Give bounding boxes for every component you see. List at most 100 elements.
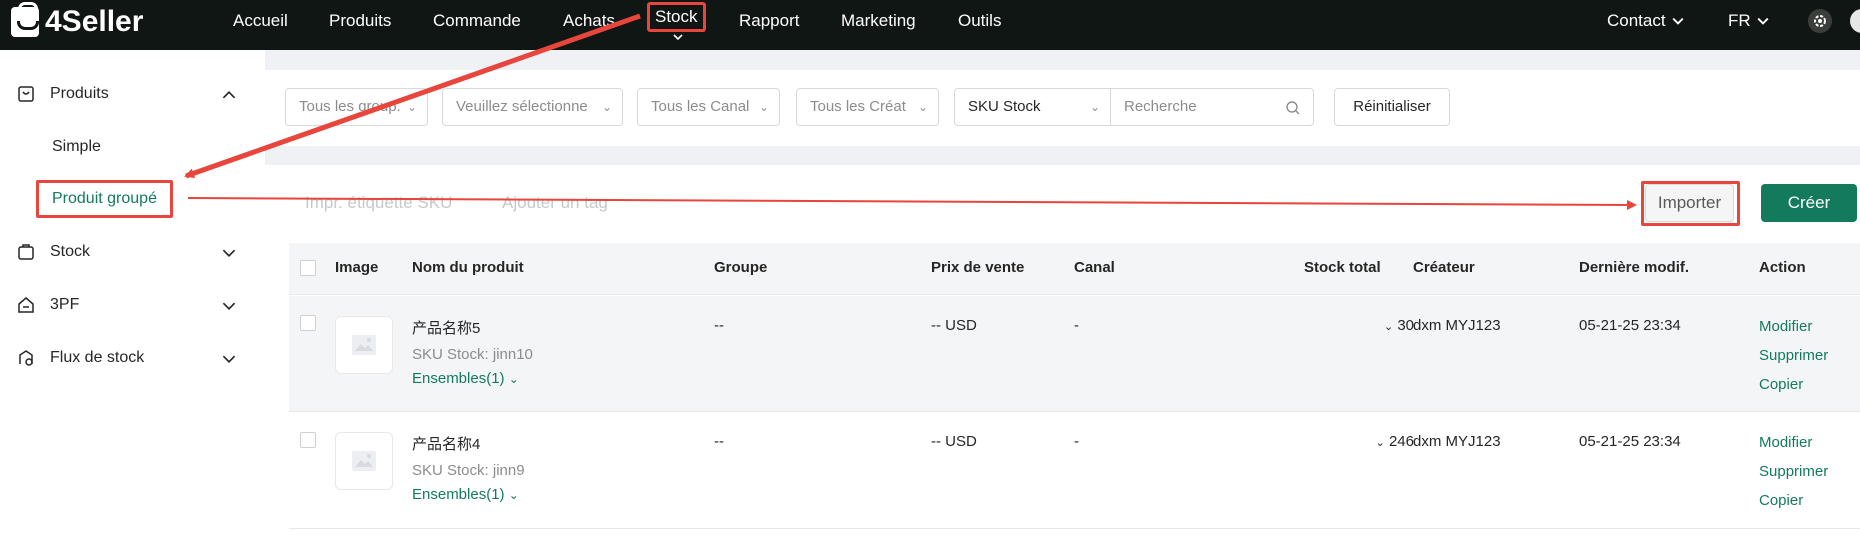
chevron-down-icon: ⌄ [601, 100, 612, 114]
creator-filter-select[interactable]: Tous les Créat ⌄ [796, 88, 939, 126]
chevron-down-icon: ⌄ [917, 100, 928, 114]
table-row: 产品名称5 SKU Stock: jinn10 Ensembles(1) ⌄ -… [289, 296, 1860, 412]
bag-logo-icon [11, 2, 39, 37]
chevron-down-icon: ⌄ [508, 488, 519, 502]
product-modified: 05-21-25 23:34 [1579, 433, 1681, 450]
chevron-down-icon: ⌄ [1383, 321, 1394, 333]
brand-name: 4Seller [45, 5, 144, 38]
column-header-channel: Canal [1074, 259, 1115, 276]
sidebar-item-simple[interactable]: Simple [52, 138, 101, 156]
group-filter-value: Tous les group. [299, 98, 401, 115]
row-checkbox[interactable] [300, 432, 316, 448]
reset-button[interactable]: Réinitialiser [1334, 88, 1450, 126]
product-image-placeholder [335, 432, 393, 490]
product-group: -- [714, 433, 724, 450]
nav-item-achats[interactable]: Achats [563, 10, 615, 32]
stock-icon [16, 242, 36, 262]
copy-link[interactable]: Copier [1759, 376, 1803, 393]
column-header-action: Action [1759, 259, 1806, 276]
delete-link[interactable]: Supprimer [1759, 347, 1828, 364]
sku-type-select[interactable]: SKU Stock ⌄ [954, 88, 1111, 126]
product-channel: - [1074, 317, 1079, 334]
chevron-down-icon: ⌄ [508, 372, 519, 386]
sidebar-group-3pf[interactable]: 3PF [16, 295, 236, 315]
image-placeholder-icon [352, 335, 376, 355]
language-menu[interactable]: FR [1728, 10, 1769, 32]
chevron-down-icon [222, 302, 236, 310]
nav-item-stock[interactable]: Stock [647, 2, 706, 32]
row-checkbox[interactable] [300, 315, 316, 331]
sidebar-group-produits[interactable]: Produits [16, 84, 236, 104]
contact-menu[interactable]: Contact [1607, 10, 1684, 32]
stock-total-value: 246 [1388, 433, 1414, 450]
stock-total[interactable]: ⌄ 246 [1319, 433, 1414, 450]
generic-filter-select[interactable]: Veuillez sélectionne ⌄ [442, 88, 623, 126]
chevron-down-icon [222, 249, 236, 257]
add-tag-button[interactable]: Ajouter un tag [502, 193, 608, 213]
product-icon [16, 84, 36, 104]
chevron-up-icon [222, 91, 236, 99]
language-label: FR [1728, 11, 1751, 30]
bundles-toggle[interactable]: Ensembles(1) ⌄ [412, 486, 519, 503]
stock-total-value: 30 [1397, 317, 1414, 334]
bundles-label: Ensembles(1) [412, 486, 505, 503]
sidebar-group-label: Flux de stock [50, 349, 145, 366]
nav-item-rapport[interactable]: Rapport [739, 10, 799, 32]
highlight-box-produit-groupe [36, 180, 173, 218]
chevron-down-icon: ⌄ [1375, 437, 1385, 449]
product-modified: 05-21-25 23:34 [1579, 317, 1681, 334]
creator-filter-value: Tous les Créat [810, 98, 906, 115]
channel-filter-select[interactable]: Tous les Canal ⌄ [637, 88, 780, 126]
nav-item-outils[interactable]: Outils [958, 10, 1001, 32]
print-sku-label-button[interactable]: Impr. étiquette SKU [305, 193, 452, 213]
sku-type-value: SKU Stock [968, 98, 1041, 115]
column-header-creator: Créateur [1413, 259, 1475, 276]
column-header-name: Nom du produit [412, 259, 524, 276]
sidebar-group-flux-de-stock[interactable]: Flux de stock [16, 348, 236, 368]
stock-total[interactable]: ⌄ 30 [1319, 317, 1414, 334]
product-sku: SKU Stock: jinn9 [412, 462, 525, 479]
chevron-down-icon [673, 34, 683, 41]
copy-link[interactable]: Copier [1759, 492, 1803, 509]
column-header-stock: Stock total [1304, 259, 1381, 276]
nav-item-marketing[interactable]: Marketing [841, 10, 916, 32]
highlight-box-import [1641, 181, 1740, 226]
group-filter-select[interactable]: Tous les group. ⌄ [285, 88, 428, 126]
table-row: 产品名称4 SKU Stock: jinn9 Ensembles(1) ⌄ --… [289, 412, 1860, 529]
channel-filter-value: Tous les Canal [651, 98, 750, 115]
bundles-toggle[interactable]: Ensembles(1) ⌄ [412, 370, 519, 387]
brand-logo[interactable]: 4Seller [11, 2, 144, 39]
chevron-down-icon [1672, 17, 1684, 25]
edit-link[interactable]: Modifier [1759, 434, 1812, 451]
product-creator: dxm MYJ123 [1413, 317, 1501, 334]
select-all-checkbox[interactable] [300, 260, 316, 276]
settings-gear-icon[interactable] [1808, 9, 1832, 33]
nav-item-accueil[interactable]: Accueil [233, 10, 288, 32]
sidebar-group-stock[interactable]: Stock [16, 242, 236, 262]
search-icon[interactable] [1285, 100, 1301, 116]
search-placeholder: Recherche [1124, 98, 1197, 115]
nav-item-commande[interactable]: Commande [433, 10, 521, 32]
product-image-placeholder [335, 316, 393, 374]
column-header-modified: Dernière modif. [1579, 259, 1690, 276]
warehouse-icon [16, 295, 36, 315]
generic-filter-value: Veuillez sélectionne [456, 98, 588, 115]
table-header: Image Nom du produit Groupe Prix de vent… [289, 243, 1860, 295]
search-input[interactable]: Recherche [1110, 88, 1314, 126]
sidebar [0, 50, 265, 536]
delete-link[interactable]: Supprimer [1759, 463, 1828, 480]
product-creator: dxm MYJ123 [1413, 433, 1501, 450]
edit-link[interactable]: Modifier [1759, 318, 1812, 335]
nav-item-produits[interactable]: Produits [329, 10, 391, 32]
sidebar-group-label: 3PF [50, 296, 80, 313]
product-price: -- USD [931, 317, 977, 334]
image-placeholder-icon [352, 451, 376, 471]
chevron-down-icon [222, 355, 236, 363]
bundles-label: Ensembles(1) [412, 370, 505, 387]
avatar[interactable] [1850, 9, 1860, 33]
chevron-down-icon [1757, 17, 1769, 25]
column-header-image: Image [335, 259, 379, 276]
create-button[interactable]: Créer [1761, 184, 1857, 222]
flow-icon [16, 348, 36, 368]
chevron-down-icon: ⌄ [406, 100, 417, 114]
